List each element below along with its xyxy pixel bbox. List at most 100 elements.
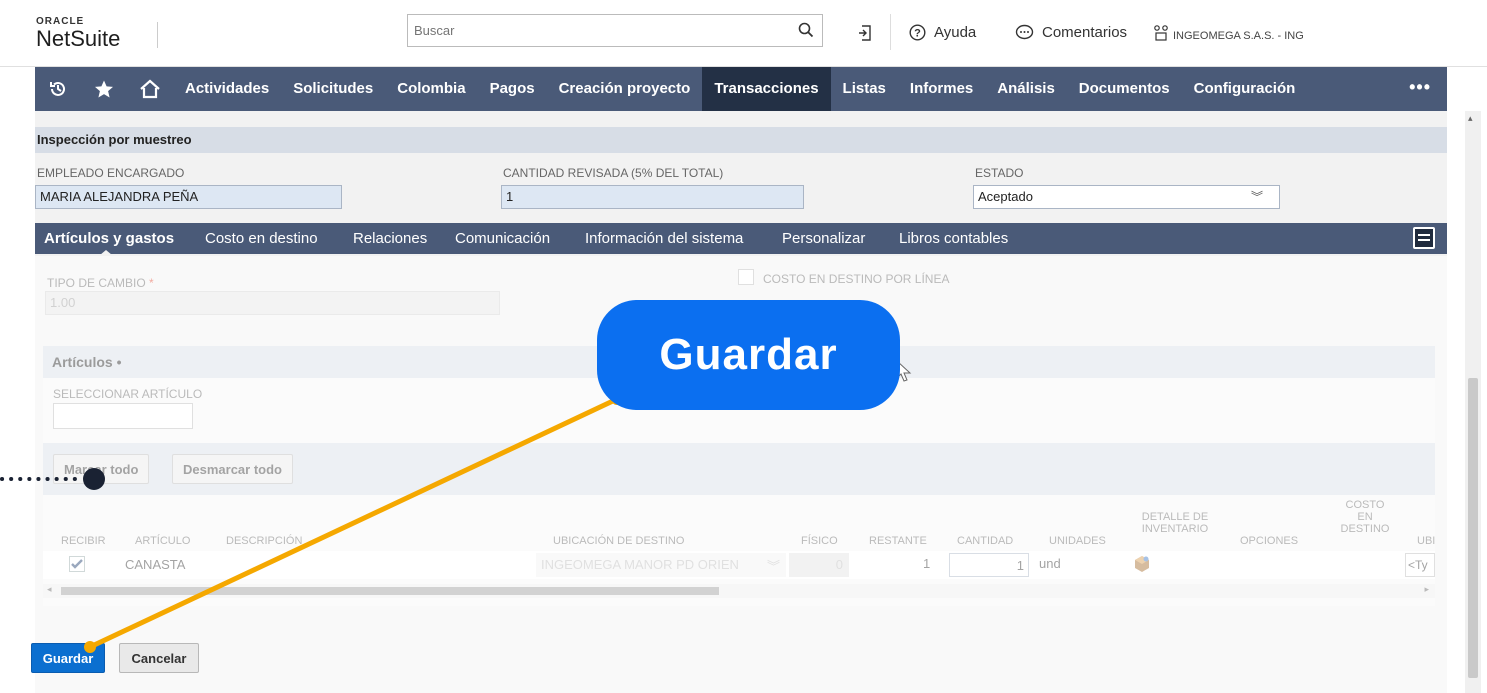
nav-item-analisis[interactable]: Análisis — [985, 67, 1067, 111]
tab-comunicacion[interactable]: Comunicación — [455, 230, 550, 247]
nav-item-creacion-proyecto[interactable]: Creación proyecto — [547, 67, 703, 111]
search-input[interactable] — [408, 15, 778, 46]
home-icon[interactable] — [127, 67, 173, 111]
column-header: UBI — [1417, 535, 1436, 547]
active-tab-indicator — [100, 250, 112, 255]
column-header: RESTANTE — [869, 535, 927, 547]
divider — [157, 22, 158, 48]
inspection-section-title: Inspección por muestreo — [35, 127, 1447, 153]
role-switch-icon[interactable] — [1152, 24, 1170, 42]
help-link[interactable]: ? Ayuda — [909, 24, 976, 41]
items-table: RECIBIR ARTÍCULO DESCRIPCIÓN UBICACIÓN D… — [43, 495, 1435, 606]
unmark-all-button[interactable]: Desmarcar todo — [172, 454, 293, 484]
vertical-scrollbar[interactable]: ▴ — [1465, 111, 1481, 693]
save-callout-bubble: Guardar — [597, 300, 900, 410]
scrollbar-thumb[interactable] — [61, 587, 719, 595]
landed-cost-per-line-label: COSTO EN DESTINO POR LÍNEA — [763, 272, 950, 286]
comments-link[interactable]: Comentarios — [1015, 24, 1127, 41]
scroll-right-icon[interactable]: ▸ — [1424, 584, 1429, 595]
logo-netsuite-text: NetSuite — [36, 26, 121, 51]
column-header: OPCIONES — [1240, 535, 1299, 547]
nav-item-listas[interactable]: Listas — [831, 67, 898, 111]
tab-personalizar[interactable]: Personalizar — [782, 230, 865, 247]
netsuite-logo[interactable]: ORACLE NetSuite — [36, 17, 120, 51]
destination-location-select[interactable]: INGEOMEGA MANOR PD ORIEN ︾ — [536, 553, 786, 577]
main-navigation: Actividades Solicitudes Colombia Pagos C… — [35, 67, 1447, 111]
column-header: DESCRIPCIÓN — [226, 535, 303, 547]
column-header: DETALLE DE INVENTARIO — [1141, 511, 1209, 535]
exchange-rate-label: TIPO DE CAMBIO * — [47, 276, 154, 290]
subtab-menu-button[interactable] — [1413, 227, 1435, 249]
qty-reviewed-field[interactable]: 1 — [501, 185, 804, 209]
help-label: Ayuda — [934, 24, 977, 41]
nav-item-configuracion[interactable]: Configuración — [1182, 67, 1308, 111]
select-item-label: SELECCIONAR ARTÍCULO — [53, 387, 203, 401]
item-name-cell: CANASTA — [125, 557, 186, 572]
qty-reviewed-label: CANTIDAD REVISADA (5% DEL TOTAL) — [503, 166, 724, 180]
double-chevron-down-icon: ︾ — [1250, 190, 1263, 204]
quantity-input[interactable]: 1 — [949, 553, 1029, 577]
status-value: Aceptado — [978, 189, 1033, 204]
tab-informacion-sistema[interactable]: Información del sistema — [585, 230, 743, 247]
company-name[interactable]: INGEOMEGA S.A.S. - ING — [1173, 30, 1304, 42]
scroll-left-icon[interactable]: ◂ — [47, 584, 52, 595]
recent-records-icon[interactable] — [858, 24, 874, 42]
physical-cell: 0 — [789, 553, 849, 577]
inventory-detail-icon[interactable] — [1133, 555, 1151, 576]
receive-checkbox[interactable] — [69, 556, 85, 572]
search-icon[interactable] — [798, 22, 814, 41]
nav-item-pagos[interactable]: Pagos — [478, 67, 547, 111]
global-search[interactable] — [407, 14, 823, 47]
exchange-rate-field: 1.00 — [45, 291, 500, 315]
select-item-field[interactable] — [53, 403, 193, 429]
nav-item-actividades[interactable]: Actividades — [173, 67, 281, 111]
nav-item-informes[interactable]: Informes — [898, 67, 985, 111]
tab-articulos-gastos[interactable]: Artículos y gastos — [44, 230, 174, 247]
nav-item-documentos[interactable]: Documentos — [1067, 67, 1182, 111]
scrollbar-thumb[interactable] — [1468, 378, 1478, 678]
nav-item-transacciones[interactable]: Transacciones — [702, 67, 831, 111]
horizontal-scrollbar[interactable]: ◂ ▸ — [43, 584, 1435, 598]
required-marker: * — [149, 276, 154, 290]
comments-label: Comentarios — [1042, 24, 1128, 41]
column-header: ARTÍCULO — [135, 535, 191, 547]
status-label: ESTADO — [975, 166, 1024, 180]
scroll-up-icon[interactable]: ▴ — [1468, 113, 1473, 124]
units-cell: und — [1039, 556, 1061, 571]
help-icon: ? — [909, 24, 926, 41]
column-header: UNIDADES — [1049, 535, 1106, 547]
mark-all-button[interactable]: Marcar todo — [53, 454, 150, 484]
star-icon[interactable] — [81, 67, 127, 111]
save-button[interactable]: Guardar — [31, 643, 105, 673]
top-header: ORACLE NetSuite ? Ayuda Comentarios INGE… — [0, 0, 1487, 67]
status-select[interactable]: Aceptado ︾ — [973, 185, 1280, 209]
column-header: RECIBIR — [61, 535, 106, 547]
tab-costo-destino[interactable]: Costo en destino — [205, 230, 318, 247]
nav-item-solicitudes[interactable]: Solicitudes — [281, 67, 385, 111]
tab-libros-contables[interactable]: Libros contables — [899, 230, 1008, 247]
employee-label: EMPLEADO ENCARGADO — [37, 166, 185, 180]
nav-more-button[interactable]: ••• — [1409, 77, 1431, 98]
svg-text:?: ? — [914, 28, 921, 40]
checkmark-icon — [71, 559, 83, 569]
recent-history-icon[interactable] — [35, 67, 81, 111]
comment-icon — [1015, 24, 1034, 40]
nav-item-colombia[interactable]: Colombia — [385, 67, 477, 111]
destination-location-value: INGEOMEGA MANOR PD ORIEN — [541, 557, 739, 572]
column-header: CANTIDAD — [957, 535, 1014, 547]
remaining-cell: 1 — [923, 556, 931, 571]
employee-field[interactable]: MARIA ALEJANDRA PEÑA — [35, 185, 342, 209]
ubi-field[interactable]: <Ty — [1405, 553, 1435, 577]
divider — [890, 14, 891, 50]
cancel-button[interactable]: Cancelar — [119, 643, 199, 673]
column-header: COSTO EN DESTINO — [1340, 499, 1390, 535]
table-row[interactable]: CANASTA INGEOMEGA MANOR PD ORIEN ︾ 0 1 1… — [43, 551, 1435, 579]
exchange-rate-label-text: TIPO DE CAMBIO — [47, 276, 146, 290]
landed-cost-per-line-checkbox[interactable] — [738, 269, 754, 285]
column-header: UBICACIÓN DE DESTINO — [553, 535, 685, 547]
subtab-bar: Artículos y gastos Costo en destino Rela… — [35, 223, 1447, 255]
mark-buttons-row: Marcar todo Desmarcar todo — [43, 443, 1435, 495]
tab-relaciones[interactable]: Relaciones — [353, 230, 427, 247]
column-header: FÍSICO — [801, 535, 838, 547]
double-chevron-down-icon: ︾ — [766, 559, 780, 574]
